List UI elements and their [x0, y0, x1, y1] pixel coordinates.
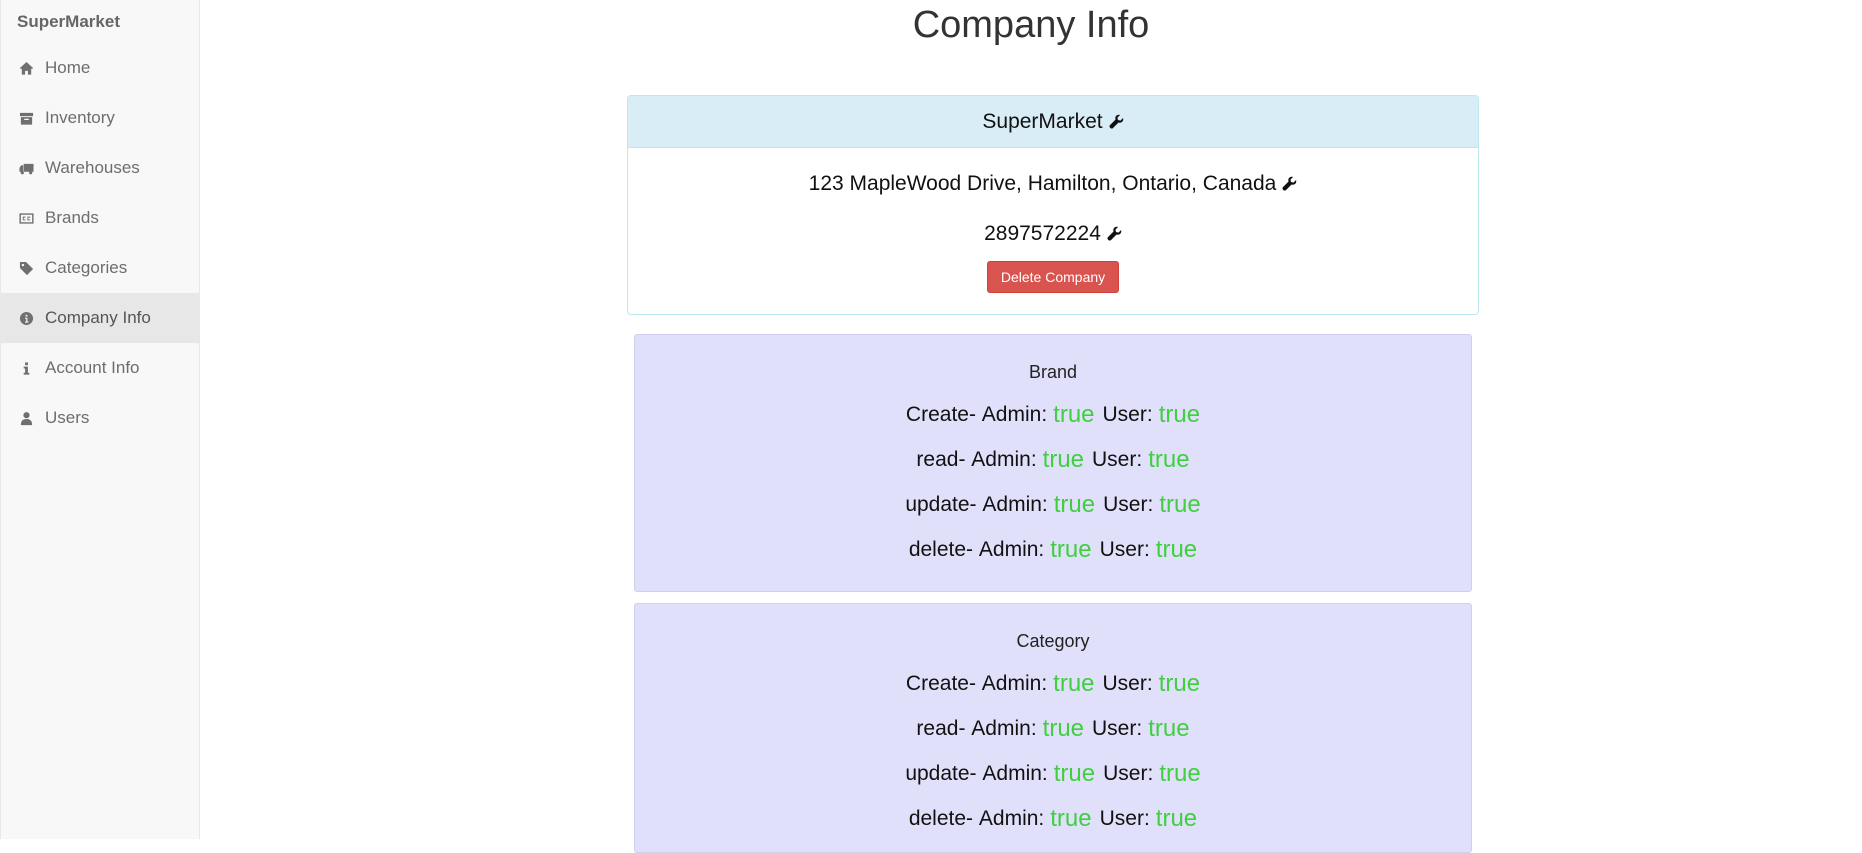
user-label: User: — [1099, 806, 1150, 830]
permission-action: update- — [905, 761, 977, 785]
truck-icon — [17, 159, 35, 177]
user-label: User: — [1102, 671, 1153, 695]
user-value: true — [1155, 535, 1198, 563]
permission-row: Create- Admin: true User: true — [635, 661, 1471, 706]
admin-label: Admin: — [982, 492, 1048, 516]
permission-row: update- Admin: true User: true — [635, 482, 1471, 527]
user-label: User: — [1102, 402, 1153, 426]
admin-label: Admin: — [981, 671, 1048, 695]
sidebar-item-users[interactable]: Users — [1, 393, 199, 443]
sidebar-item-account-info[interactable]: Account Info — [1, 343, 199, 393]
permission-row: update- Admin: true User: true — [635, 751, 1471, 796]
user-value: true — [1148, 714, 1190, 742]
permission-action: Create- — [905, 402, 976, 426]
sidebar-item-label: Warehouses — [45, 158, 140, 177]
sidebar-brand[interactable]: SuperMarket — [1, 0, 199, 43]
user-value: true — [1158, 400, 1201, 428]
admin-label: Admin: — [982, 761, 1048, 785]
admin-value: true — [1050, 804, 1092, 832]
permission-row: delete- Admin: true User: true — [635, 527, 1471, 572]
home-icon — [17, 59, 35, 77]
admin-value: true — [1050, 535, 1092, 563]
company-body: 123 MapleWood Drive, Hamilton, Ontario, … — [628, 171, 1478, 293]
company-header: SuperMarket — [628, 96, 1478, 148]
permission-action: Create- — [905, 671, 976, 695]
permission-row: read- Admin: true User: true — [635, 437, 1471, 482]
cc-icon — [17, 209, 35, 227]
admin-value: true — [1042, 445, 1085, 473]
permission-row: Create- Admin: true User: true — [635, 392, 1471, 437]
company-panel: SuperMarket 123 MapleWood Drive, Hamilto… — [627, 95, 1479, 315]
user-icon — [17, 409, 35, 427]
company-address: 123 MapleWood Drive, Hamilton, Ontario, … — [808, 171, 1277, 195]
company-address-line: 123 MapleWood Drive, Hamilton, Ontario, … — [628, 171, 1478, 196]
sidebar-item-home[interactable]: Home — [1, 43, 199, 93]
sidebar-item-label: Categories — [45, 258, 128, 277]
user-value: true — [1148, 445, 1190, 473]
sidebar-item-warehouses[interactable]: Warehouses — [1, 143, 199, 193]
company-name: SuperMarket — [982, 109, 1103, 133]
user-label: User: — [1103, 761, 1154, 785]
edit-address-wrench-icon[interactable] — [1282, 176, 1297, 191]
sidebar-item-company-info[interactable]: Company Info — [1, 293, 199, 343]
sidebar-item-inventory[interactable]: Inventory — [1, 93, 199, 143]
admin-value: true — [1053, 490, 1096, 518]
permission-action: read- — [916, 716, 966, 740]
user-value: true — [1159, 490, 1201, 518]
admin-label: Admin: — [978, 806, 1045, 830]
admin-value: true — [1053, 400, 1095, 428]
admin-label: Admin: — [971, 447, 1037, 471]
admin-value: true — [1042, 714, 1085, 742]
user-label: User: — [1099, 537, 1150, 561]
user-value: true — [1155, 804, 1198, 832]
page-title: Company Info — [912, 4, 1150, 46]
sidebar-item-label: Brands — [45, 208, 99, 227]
permission-action: update- — [905, 492, 977, 516]
permission-card-brand: Brand Create- Admin: true User: true rea… — [634, 334, 1472, 592]
info-icon — [17, 359, 35, 377]
admin-label: Admin: — [978, 537, 1045, 561]
permission-row: read- Admin: true User: true — [635, 706, 1471, 751]
sidebar-item-label: Home — [45, 58, 91, 77]
permission-action: delete- — [908, 537, 974, 561]
admin-value: true — [1053, 669, 1095, 697]
user-label: User: — [1103, 492, 1154, 516]
tag-icon — [17, 259, 35, 277]
company-phone-line: 2897572224 — [628, 221, 1478, 246]
sidebar-item-label: Company Info — [45, 308, 151, 327]
user-label: User: — [1092, 447, 1143, 471]
edit-phone-wrench-icon[interactable] — [1107, 226, 1122, 241]
admin-value: true — [1053, 759, 1096, 787]
delete-row: Delete Company — [628, 261, 1478, 293]
user-value: true — [1159, 759, 1201, 787]
user-label: User: — [1092, 716, 1143, 740]
sidebar: SuperMarket Home Inventory Warehouses Br… — [0, 0, 200, 839]
sidebar-item-categories[interactable]: Categories — [1, 243, 199, 293]
sidebar-item-label: Users — [45, 408, 90, 427]
admin-label: Admin: — [971, 716, 1037, 740]
admin-label: Admin: — [981, 402, 1048, 426]
sidebar-item-brands[interactable]: Brands — [1, 193, 199, 243]
info-circle-icon — [17, 309, 35, 327]
company-phone: 2897572224 — [984, 221, 1101, 245]
permission-row: delete- Admin: true User: true — [635, 796, 1471, 841]
permission-action: read- — [916, 447, 966, 471]
user-value: true — [1158, 669, 1201, 697]
main-content: Company Info SuperMarket 123 MapleWood D… — [200, 0, 1862, 853]
permission-card-title: Category — [1016, 631, 1090, 651]
sidebar-item-label: Account Info — [45, 358, 140, 377]
sidebar-item-label: Inventory — [45, 108, 115, 127]
permission-card-category: Category Create- Admin: true User: true … — [634, 603, 1472, 853]
permission-card-title: Brand — [1028, 362, 1078, 382]
archive-icon — [17, 109, 35, 127]
permission-action: delete- — [908, 806, 974, 830]
edit-name-wrench-icon[interactable] — [1109, 114, 1124, 129]
delete-company-button[interactable]: Delete Company — [986, 261, 1120, 293]
